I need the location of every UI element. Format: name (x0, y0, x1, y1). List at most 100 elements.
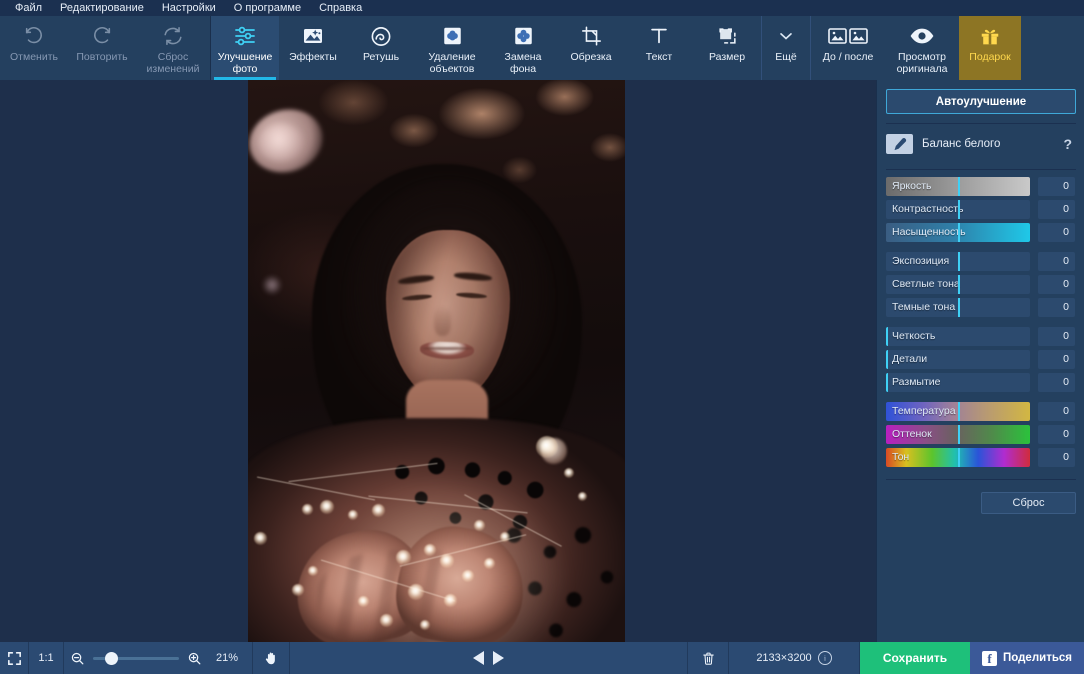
highlights-value[interactable]: 0 (1037, 275, 1075, 294)
slider-row-saturation: Насыщенность 0 (886, 223, 1075, 242)
temperature-slider[interactable]: Температура (886, 402, 1030, 421)
hand-tool-button[interactable] (253, 642, 289, 674)
brightness-value[interactable]: 0 (1037, 177, 1075, 196)
blur-label: Размытие (892, 376, 941, 388)
tab-text[interactable]: Текст (625, 16, 693, 80)
slider-group-3: Четкость 0 Детали 0 Размытие 0 (886, 327, 1075, 392)
gift-label: Подарок (969, 51, 1011, 63)
clarity-value[interactable]: 0 (1037, 327, 1075, 346)
tab-photo-enhance[interactable]: Улучшение фото (211, 16, 279, 80)
view-original-label: Просмотр оригинала (896, 51, 948, 75)
view-original-button[interactable]: Просмотр оригинала (885, 16, 959, 80)
previous-arrow-icon[interactable] (473, 651, 484, 665)
save-button[interactable]: Сохранить (860, 642, 970, 674)
tab-background-replace[interactable]: Замена фона (489, 16, 557, 80)
eyedropper-icon[interactable] (886, 134, 913, 154)
exposure-slider[interactable]: Экспозиция (886, 252, 1030, 271)
resize-icon (693, 23, 761, 49)
zoom-in-icon[interactable] (187, 651, 202, 666)
image-dimensions-label: 2133×3200 (756, 652, 812, 664)
tab-resize[interactable]: Размер (693, 16, 761, 80)
zoom-slider-handle[interactable] (105, 651, 118, 665)
slider-row-temperature: Температура 0 (886, 402, 1075, 421)
temperature-value[interactable]: 0 (1037, 402, 1075, 421)
contrast-value[interactable]: 0 (1037, 200, 1075, 219)
zoom-one-to-one-button[interactable]: 1:1 (29, 642, 63, 674)
reset-changes-button[interactable]: Сброс изменений (136, 16, 210, 80)
crop-icon (557, 23, 625, 49)
sliders-icon (211, 23, 279, 49)
clarity-label: Четкость (892, 330, 936, 342)
zoom-slider[interactable] (93, 651, 179, 665)
undo-button[interactable]: Отменить (0, 16, 68, 80)
reset-circular-icon (136, 23, 210, 49)
slider-group-4: Температура 0 Оттенок 0 Тон 0 (886, 402, 1075, 467)
reset-adjustments-button[interactable]: Сброс (981, 492, 1076, 514)
slider-row-hue: Тон 0 (886, 448, 1075, 467)
menu-edit[interactable]: Редактирование (51, 0, 153, 16)
image-dimensions-cell: 2133×3200 i (729, 642, 859, 674)
hue-slider[interactable]: Тон (886, 448, 1030, 467)
panel-divider-3 (886, 479, 1076, 480)
contrast-slider[interactable]: Контрастность (886, 200, 1030, 219)
brightness-slider[interactable]: Яркость (886, 177, 1030, 196)
share-button[interactable]: f Поделиться (970, 642, 1084, 674)
saturation-value[interactable]: 0 (1037, 223, 1075, 242)
auto-enhance-button[interactable]: Автоулучшение (886, 89, 1076, 114)
reset-changes-label: Сброс изменений (146, 51, 200, 75)
zoom-out-icon[interactable] (70, 651, 85, 666)
blur-value[interactable]: 0 (1037, 373, 1075, 392)
slider-row-brightness: Яркость 0 (886, 177, 1075, 196)
next-arrow-icon[interactable] (493, 651, 504, 665)
details-slider[interactable]: Детали (886, 350, 1030, 369)
menu-settings[interactable]: Настройки (153, 0, 225, 16)
delete-button[interactable] (688, 642, 728, 674)
retouch-face-icon (347, 23, 415, 49)
white-balance-row[interactable]: Баланс белого ? (886, 128, 1076, 160)
svg-text:i: i (824, 654, 826, 662)
menu-help[interactable]: Справка (310, 0, 371, 16)
menu-about[interactable]: О программе (225, 0, 310, 16)
tint-slider[interactable]: Оттенок (886, 425, 1030, 444)
tab-effects-label: Эффекты (289, 51, 337, 63)
tab-retouch[interactable]: Ретушь (347, 16, 415, 80)
tab-object-removal[interactable]: Удаление объектов (415, 16, 489, 80)
blur-slider[interactable]: Размытие (886, 373, 1030, 392)
tint-value[interactable]: 0 (1037, 425, 1075, 444)
magic-photo-icon (279, 23, 347, 49)
shadows-slider[interactable]: Темные тона (886, 298, 1030, 317)
image-navigation (444, 642, 534, 674)
image-canvas[interactable] (0, 80, 876, 642)
more-tools-label: Ещё (775, 51, 797, 63)
menu-file[interactable]: Файл (6, 0, 51, 16)
photo-editor-window: Файл Редактирование Настройки О программ… (0, 0, 1084, 674)
clarity-slider[interactable]: Четкость (886, 327, 1030, 346)
shadows-value[interactable]: 0 (1037, 298, 1075, 317)
exposure-value[interactable]: 0 (1037, 252, 1075, 271)
main-toolbar: Отменить Повторить Сброс изменений Улучш… (0, 16, 1084, 80)
edited-photo[interactable] (248, 80, 625, 642)
adjustments-panel: Автоулучшение Баланс белого ? Яркость 0 (876, 80, 1084, 642)
details-value[interactable]: 0 (1037, 350, 1075, 369)
before-after-button[interactable]: До / после (811, 16, 885, 80)
redo-button[interactable]: Повторить (68, 16, 136, 80)
tab-text-label: Текст (645, 51, 673, 63)
gift-button[interactable]: Подарок (959, 16, 1021, 80)
background-swap-icon (489, 23, 557, 49)
undo-arrow-icon (0, 23, 68, 49)
tab-resize-label: Размер (708, 51, 746, 63)
highlights-slider[interactable]: Светлые тона (886, 275, 1030, 294)
help-icon[interactable]: ? (1063, 136, 1076, 152)
slider-group-2: Экспозиция 0 Светлые тона 0 Темные тона (886, 252, 1075, 317)
hue-value[interactable]: 0 (1037, 448, 1075, 467)
tab-crop[interactable]: Обрезка (557, 16, 625, 80)
trash-icon (701, 650, 716, 667)
gift-icon (959, 23, 1021, 49)
tab-effects[interactable]: Эффекты (279, 16, 347, 80)
slider-row-clarity: Четкость 0 (886, 327, 1075, 346)
fit-to-screen-button[interactable] (0, 642, 28, 674)
facebook-icon: f (981, 650, 997, 666)
more-tools-button[interactable]: Ещё (762, 16, 810, 80)
saturation-slider[interactable]: Насыщенность (886, 223, 1030, 242)
info-icon[interactable]: i (817, 651, 832, 665)
